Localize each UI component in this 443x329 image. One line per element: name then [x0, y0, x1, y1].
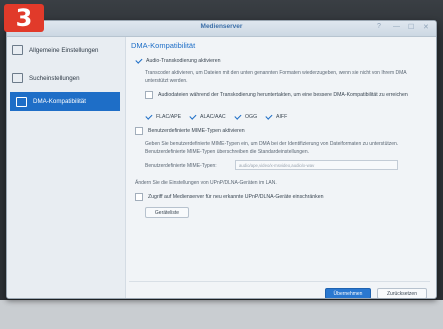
format-label: AIFF	[276, 113, 288, 120]
format-label: OGG	[245, 113, 258, 120]
checkbox-box	[135, 193, 143, 201]
audio-transcoding-label: Audio-Transkodierung aktivieren	[146, 57, 221, 64]
format-label: FLAC/APE	[156, 113, 182, 120]
mime-input[interactable]: audio/ape,video/x-msvideo,audio/x-wav	[235, 160, 398, 170]
check-icon	[189, 113, 196, 120]
format-aiff-checkbox[interactable]: AIFF	[265, 113, 287, 120]
mime-field-label: Benutzerdefinierte MIME-Typen:	[145, 163, 217, 169]
title-bar: Medienserver ? — ☐ ✕	[7, 21, 436, 37]
maximize-icon[interactable]: ☐	[408, 23, 414, 31]
checkbox-box	[135, 127, 143, 135]
medienserver-window: Medienserver ? — ☐ ✕ Allgemeine Einstell…	[6, 20, 437, 299]
check-icon	[234, 113, 241, 120]
format-ogg-checkbox[interactable]: OGG	[234, 113, 257, 120]
sidebar: Allgemeine Einstellungen Sucheinstellung…	[7, 37, 126, 298]
checkbox-box	[145, 91, 153, 99]
check-icon	[265, 113, 272, 120]
format-flac-checkbox[interactable]: FLAC/APE	[145, 113, 181, 120]
apply-button[interactable]: Übernehmen	[325, 288, 371, 298]
transcoder-description: Transcoder aktivieren, um Dateien mit de…	[145, 70, 407, 84]
close-icon[interactable]: ✕	[423, 23, 429, 31]
step-badge: 3	[4, 4, 44, 32]
sidebar-item-label: DMA-Kompatibilität	[33, 98, 86, 105]
reset-button[interactable]: Zurücksetzen	[377, 288, 427, 298]
format-label: ALAC/AAC	[200, 113, 226, 120]
background-bottom	[0, 300, 443, 329]
custom-mime-checkbox[interactable]: Benutzerdefinierte MIME-Typen aktivieren	[135, 127, 245, 135]
minimize-icon[interactable]: —	[393, 23, 400, 30]
upnp-heading: Ändern Sie die Einstellungen von UPnP/DL…	[135, 180, 277, 186]
format-alac-checkbox[interactable]: ALAC/AAC	[189, 113, 226, 120]
custom-mime-label: Benutzerdefinierte MIME-Typen aktivieren	[148, 128, 245, 134]
sidebar-item-search[interactable]: Sucheinstellungen	[12, 73, 120, 83]
page-title: DMA-Kompatibilität	[131, 41, 196, 50]
restrict-access-checkbox[interactable]: Zugriff auf Medienserver für neu erkannt…	[135, 193, 324, 201]
downsample-label: Audiodateien während der Transkodierung …	[158, 92, 408, 98]
restrict-access-label: Zugriff auf Medienserver für neu erkannt…	[148, 194, 324, 200]
gear-icon	[12, 45, 23, 55]
check-icon	[135, 57, 142, 64]
footer-divider	[129, 281, 430, 282]
help-icon[interactable]: ?	[377, 23, 381, 30]
window-title: Medienserver	[200, 23, 243, 30]
sidebar-item-general[interactable]: Allgemeine Einstellungen	[12, 45, 120, 55]
list-icon	[12, 73, 23, 83]
main-content: DMA-Kompatibilität Audio-Transkodierung …	[129, 39, 430, 298]
check-icon	[145, 113, 152, 120]
mime-description: Geben Sie benutzerdefinierte MIME-Typen …	[145, 141, 399, 155]
sidebar-item-dma[interactable]: DMA-Kompatibilität	[10, 92, 120, 111]
sidebar-item-label: Sucheinstellungen	[29, 74, 80, 82]
sidebar-item-label: Allgemeine Einstellungen	[29, 46, 99, 54]
device-list-button[interactable]: Geräteliste	[145, 207, 189, 218]
downsample-checkbox[interactable]: Audiodateien während der Transkodierung …	[145, 91, 429, 99]
play-icon	[16, 96, 27, 107]
audio-transcoding-checkbox[interactable]: Audio-Transkodierung aktivieren	[135, 57, 221, 64]
